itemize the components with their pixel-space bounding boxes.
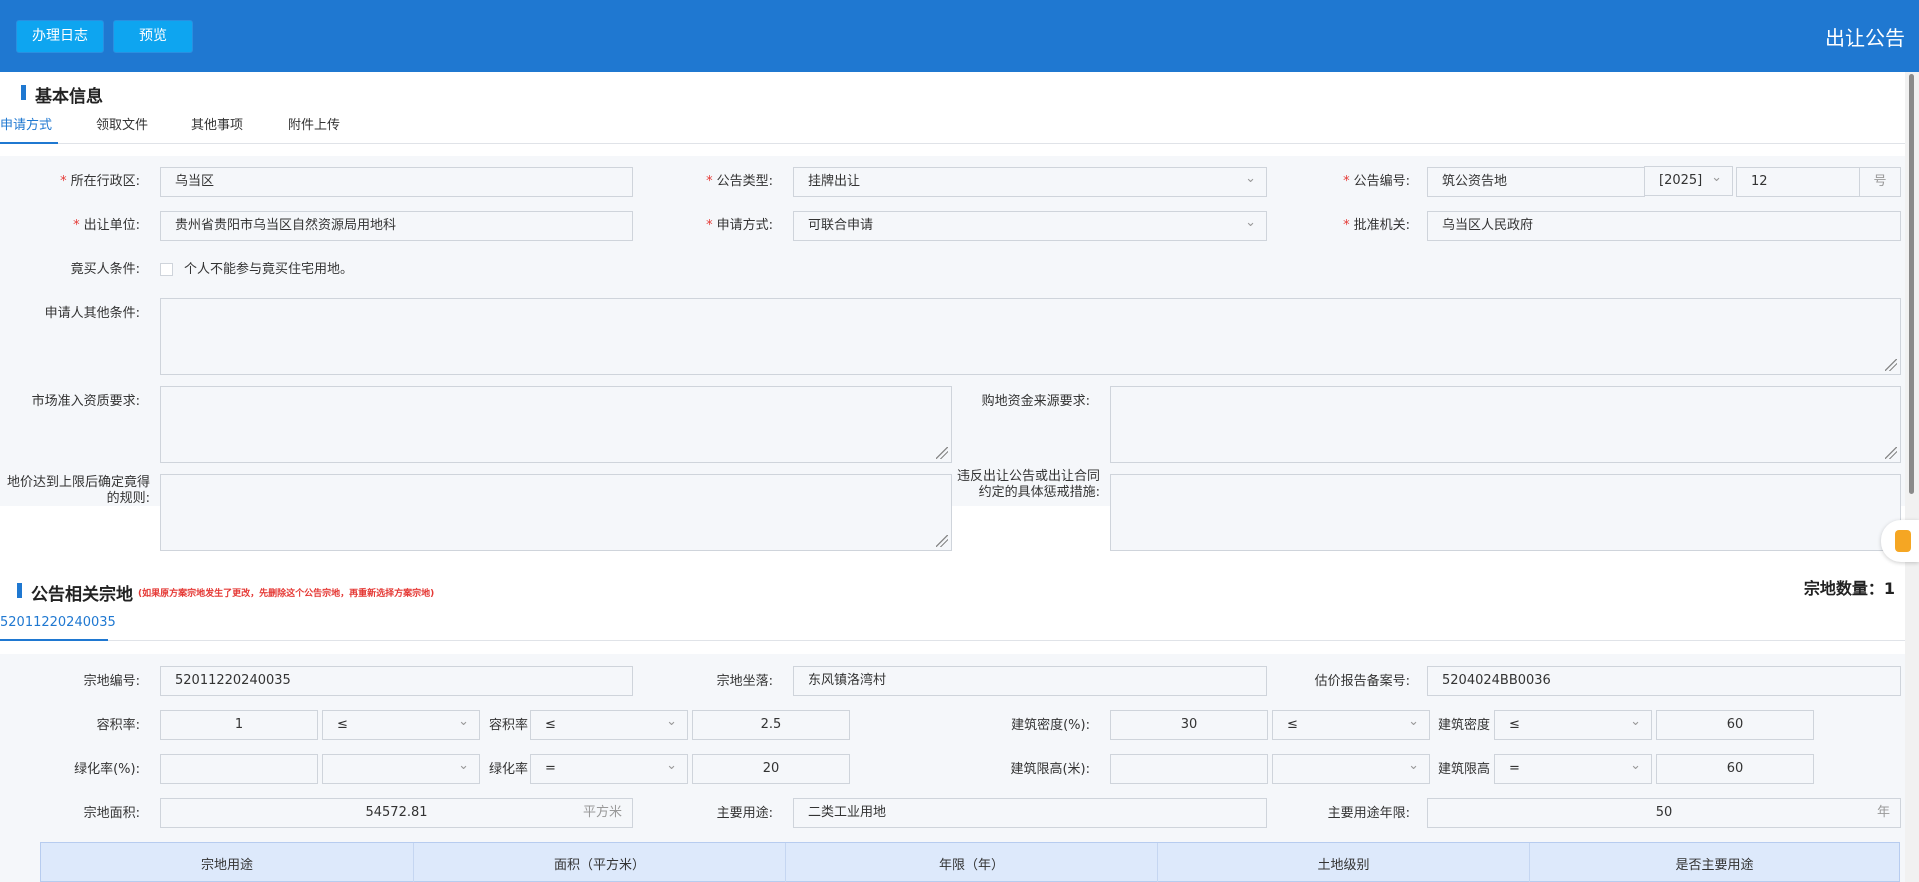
tab-attachments[interactable]: 附件上传 (288, 114, 340, 144)
tab-parcel[interactable]: 52011220240035 (0, 611, 116, 641)
price-rule-label: 地价达到上限后确定竟得的规则: (6, 475, 150, 506)
floating-tool-icon[interactable] (1881, 520, 1919, 562)
col-term: 年限（年） (786, 843, 1158, 882)
price-rule-textarea[interactable] (160, 474, 952, 551)
penalty-textarea[interactable] (1110, 474, 1901, 551)
col-area: 面积（平方米） (414, 843, 786, 882)
tab-other-matters[interactable]: 其他事项 (191, 114, 243, 144)
region-label: * 所在行政区: (60, 174, 140, 189)
tab-apply-method[interactable]: 申请方式 (0, 114, 58, 144)
height-op1-select[interactable] (1272, 754, 1430, 784)
fund-source-textarea[interactable] (1110, 386, 1901, 463)
green-max-input[interactable]: 20 (692, 754, 850, 784)
page-title: 出让公告 (1825, 26, 1905, 50)
col-land-use: 宗地用途 (41, 843, 414, 882)
basic-tabs: 申请方式 领取文件 其他事项 附件上传 (0, 114, 1905, 144)
area-label: 宗地面积: (83, 806, 140, 821)
appraisal-no-label: 估价报告备案号: (1314, 674, 1410, 689)
apply-method-label: * 申请方式: (706, 218, 773, 233)
use-term-unit: 年 (1876, 805, 1890, 820)
parcel-location-input[interactable]: 东风镇洛湾村 (793, 666, 1267, 696)
parcel-section-title: 公告相关宗地 (17, 580, 133, 605)
notice-type-select[interactable]: 挂牌出让 (793, 167, 1267, 197)
parcel-location-label: 宗地坐落: (716, 674, 773, 689)
far-min-input[interactable]: 1 (160, 710, 318, 740)
notice-type-label: * 公告类型: (706, 174, 773, 189)
height-min-input[interactable] (1110, 754, 1268, 784)
land-use-table-header: 宗地用途 面积（平方米） 年限（年） 土地级别 是否主要用途 (40, 842, 1900, 882)
area-input[interactable]: 54572.81 平方米 (160, 798, 633, 828)
density-label: 建筑密度(%): (1011, 718, 1090, 733)
bidder-condition-label: 竟买人条件: (70, 262, 140, 277)
top-header: 办理日志 预览 出让公告 (0, 0, 1919, 72)
notice-year-select[interactable]: [2025] (1644, 166, 1733, 196)
far-max-input[interactable]: 2.5 (692, 710, 850, 740)
density-op1-select[interactable]: ≤ (1272, 710, 1430, 740)
col-is-main-use: 是否主要用途 (1675, 858, 1754, 873)
unit-label: * 出让单位: (73, 218, 140, 233)
density-max-input[interactable]: 60 (1656, 710, 1814, 740)
basic-info-panel: *所在行政区: 乌当区 *公告类型: 挂牌出让 *公告编号: 筑公资告地 [20… (0, 156, 1905, 506)
other-condition-label: 申请人其他条件: (44, 306, 140, 321)
notice-no-number-input[interactable]: 12 (1736, 167, 1860, 197)
fund-source-label: 购地资金来源要求: (981, 394, 1090, 409)
region-input[interactable]: 乌当区 (160, 167, 633, 197)
green-op2-select[interactable]: = (530, 754, 688, 784)
market-access-textarea[interactable] (160, 386, 952, 463)
area-unit: 平方米 (582, 805, 622, 820)
density-mid-label: 建筑密度 (1437, 718, 1490, 733)
far-op1-select[interactable]: ≤ (322, 710, 480, 740)
unit-input[interactable]: 贵州省贵阳市乌当区自然资源局用地科 (160, 211, 633, 241)
other-condition-textarea[interactable] (160, 298, 1901, 375)
green-min-input[interactable] (160, 754, 318, 784)
preview-button[interactable]: 预览 (113, 20, 193, 53)
parcel-code-input[interactable]: 52011220240035 (160, 666, 633, 696)
main-use-input[interactable]: 二类工业用地 (793, 798, 1267, 828)
height-op2-select[interactable]: = (1494, 754, 1652, 784)
use-term-input[interactable]: 50 年 (1427, 798, 1901, 828)
height-label: 建筑限高(米): (1010, 762, 1090, 777)
basic-info-title: 基本信息 (21, 82, 103, 107)
bidder-condition-checkbox[interactable] (160, 263, 173, 276)
height-max-input[interactable]: 60 (1656, 754, 1814, 784)
far-mid-label: 容积率 (488, 718, 528, 733)
parcel-code-label: 宗地编号: (83, 674, 140, 689)
green-mid-label: 绿化率 (488, 762, 528, 777)
parcel-tabs: 52011220240035 (0, 611, 1905, 641)
penalty-label: 违反出让公告或出让合同约定的具体惩戒措施: (956, 469, 1100, 500)
green-label: 绿化率(%): (74, 762, 140, 777)
bidder-condition-option: 个人不能参与竟买住宅用地。 (184, 262, 354, 277)
height-mid-label: 建筑限高 (1437, 762, 1490, 777)
approval-label: * 批准机关: (1343, 218, 1410, 233)
far-label: 容积率: (96, 718, 140, 733)
notice-no-prefix-input[interactable]: 筑公资告地 (1427, 167, 1645, 197)
tab-collect-files[interactable]: 领取文件 (96, 114, 148, 144)
bottle-icon (1895, 530, 1911, 552)
notice-no-label: * 公告编号: (1343, 174, 1410, 189)
scrollbar-thumb[interactable] (1909, 74, 1914, 494)
use-term-label: 主要用途年限: (1327, 806, 1410, 821)
page-scrollbar[interactable] (1905, 72, 1919, 882)
approval-input[interactable]: 乌当区人民政府 (1427, 211, 1901, 241)
density-min-input[interactable]: 30 (1110, 710, 1268, 740)
main-use-label: 主要用途: (716, 806, 773, 821)
notice-no-suffix: 号 (1859, 167, 1901, 197)
parcel-count: 宗地数量：1 (1803, 579, 1895, 598)
log-button[interactable]: 办理日志 (16, 20, 104, 53)
parcel-note: (如果原方案宗地发生了更改，先删除这个公告宗地，再重新选择方案宗地) (138, 589, 435, 599)
appraisal-no-input[interactable]: 5204024BB0036 (1427, 666, 1901, 696)
market-access-label: 市场准入资质要求: (31, 394, 140, 409)
far-op2-select[interactable]: ≤ (530, 710, 688, 740)
density-op2-select[interactable]: ≤ (1494, 710, 1652, 740)
apply-method-select[interactable]: 可联合申请 (793, 211, 1267, 241)
col-land-grade: 土地级别 (1158, 843, 1530, 882)
green-op1-select[interactable] (322, 754, 480, 784)
